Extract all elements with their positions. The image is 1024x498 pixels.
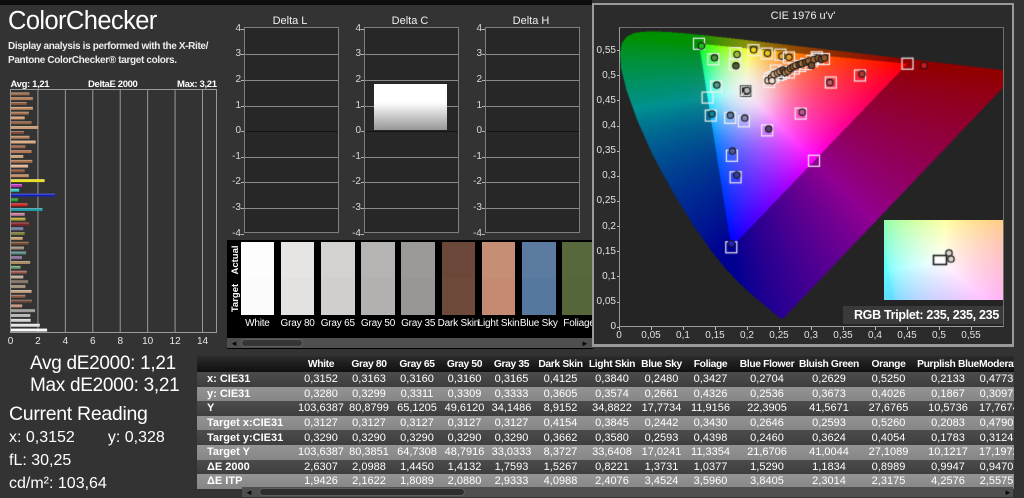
svg-text:2: 2 bbox=[35, 336, 41, 347]
svg-text:14: 14 bbox=[197, 336, 209, 347]
svg-text:Target: Target bbox=[230, 283, 241, 312]
svg-text:0: 0 bbox=[8, 336, 14, 347]
svg-text:Actual: Actual bbox=[230, 245, 241, 274]
svg-text:6: 6 bbox=[90, 336, 96, 347]
svg-text:4: 4 bbox=[63, 336, 69, 347]
svg-text:10: 10 bbox=[142, 336, 154, 347]
svg-text:8: 8 bbox=[117, 336, 123, 347]
svg-text:12: 12 bbox=[170, 336, 182, 347]
